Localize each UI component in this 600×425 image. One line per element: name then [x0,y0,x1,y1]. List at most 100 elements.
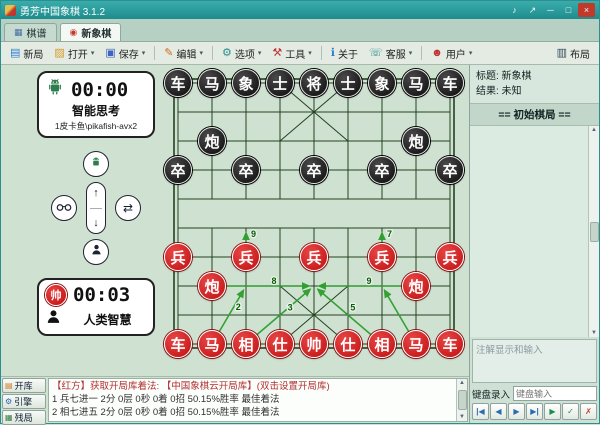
toolbar-button-user[interactable]: ☻用户▾ [426,44,477,63]
tab-new-xiangqi[interactable]: ◉新象棋 [60,23,122,41]
toolbar-button-layout[interactable]: ▥ 布局 [552,44,595,63]
piece-red-炮[interactable]: 炮 [402,272,430,300]
arrow-up-icon[interactable]: ↑ [93,187,99,199]
close-button[interactable]: × [578,3,595,17]
piece-black-卒[interactable]: 卒 [232,156,260,184]
toolbar-button-options[interactable]: ⚙选项▾ [217,44,266,63]
piece-red-兵[interactable]: 兵 [232,243,260,271]
prev-button[interactable]: ◀ [490,403,507,420]
piece-red-兵[interactable]: 兵 [368,243,396,271]
svg-text:8: 8 [272,276,277,286]
robot-icon [45,77,65,102]
piece-black-将[interactable]: 将 [300,69,328,97]
piece-red-炮[interactable]: 炮 [198,272,226,300]
caret-down-icon: ▾ [258,49,262,57]
toolbar-button-open[interactable]: ▨打开▾ [49,44,99,63]
toolbar-button-support[interactable]: ☏客服▾ [364,44,417,63]
ai-player-box: 00:00 智能思考 1皮卡鱼\pikafish-avx2 [37,71,155,138]
movelist-scrollbar[interactable]: ▲ ▼ [588,126,599,337]
scroll-thumb[interactable] [458,390,467,410]
sound-button[interactable]: ♪ [506,3,523,17]
restore-down-button[interactable]: ↗ [524,3,541,17]
maximize-button[interactable]: □ [560,3,577,17]
person-icon [90,243,103,261]
piece-black-马[interactable]: 马 [198,69,226,97]
piece-red-车[interactable]: 车 [164,330,192,358]
piece-red-马[interactable]: 马 [402,330,430,358]
titlebar[interactable]: 勇芳中国象棋 3.1.2 ♪↗─□× [1,1,599,19]
confirm-button[interactable]: ✓ [562,403,579,420]
annotation-box[interactable]: 注解显示和输入 [472,339,597,383]
tools-icon: ⚒ [272,48,282,59]
next-button[interactable]: ▶ [508,403,525,420]
swap-button[interactable]: ⇄ [115,195,141,221]
piece-red-帅[interactable]: 帅 [300,330,328,358]
swap-sides-control[interactable]: ↑ ↓ [86,182,106,234]
piece-red-车[interactable]: 车 [436,330,464,358]
piece-black-卒[interactable]: 卒 [164,156,192,184]
play-button[interactable]: ▶ [544,403,561,420]
open-book-button[interactable]: ▤开库 [2,378,46,393]
toolbar-button-label: 用户 [446,46,466,61]
toolbar-separator [321,46,322,60]
toolbar-button-about[interactable]: ℹ关于 [326,44,363,63]
piece-red-相[interactable]: 相 [368,330,396,358]
tab-manual[interactable]: ▦棋谱 [4,23,57,41]
piece-red-马[interactable]: 马 [198,330,226,358]
piece-black-象[interactable]: 象 [368,69,396,97]
engine-side-button[interactable] [83,151,109,177]
app-icon [5,5,16,16]
toolbar-button-save[interactable]: ▣保存▾ [100,44,150,63]
piece-black-士[interactable]: 士 [266,69,294,97]
engine-button[interactable]: ⚙引擎 [2,394,46,409]
xiangqi-board[interactable]: 9789352 车马象士将士象马车炮炮卒卒卒卒卒兵兵兵兵兵炮炮车马相仕帅仕相马车 [161,69,467,359]
endgame-button[interactable]: ▦残局 [2,410,46,425]
scroll-up-icon[interactable]: ▲ [459,380,465,386]
piece-red-兵[interactable]: 兵 [436,243,464,271]
piece-black-车[interactable]: 车 [436,69,464,97]
piece-red-仕[interactable]: 仕 [266,330,294,358]
keyboard-entry-label: 键盘录入 [472,387,510,401]
layout-icon: ▥ [557,48,567,59]
scroll-thumb[interactable] [590,222,599,242]
svg-text:9: 9 [251,229,256,239]
button-label: 残局 [15,411,33,424]
save-icon: ▣ [105,48,115,59]
scroll-down-icon[interactable]: ▼ [591,330,597,336]
scroll-down-icon[interactable]: ▼ [459,414,465,420]
toolbar-button-label: 新局 [23,46,43,61]
new-game-icon: ▤ [10,48,20,59]
piece-red-兵[interactable]: 兵 [300,243,328,271]
glasses-icon [56,199,72,217]
last-button[interactable]: ▶| [526,403,543,420]
game-info-panel: 标题: 新象棋 结果: 未知 == 初始棋局 == ▲ ▼ 注解显示和输入 键盘… [469,65,599,423]
human-side-button[interactable] [83,239,109,265]
piece-red-仕[interactable]: 仕 [334,330,362,358]
toolbar-button-label: 客服 [386,46,406,61]
first-button[interactable]: |◀ [472,403,489,420]
scroll-up-icon[interactable]: ▲ [591,127,597,133]
piece-black-象[interactable]: 象 [232,69,260,97]
piece-black-卒[interactable]: 卒 [368,156,396,184]
piece-black-炮[interactable]: 炮 [402,127,430,155]
keyboard-entry-input[interactable] [513,386,597,401]
piece-black-卒[interactable]: 卒 [436,156,464,184]
minimize-button[interactable]: ─ [542,3,559,17]
piece-red-兵[interactable]: 兵 [164,243,192,271]
piece-black-马[interactable]: 马 [402,69,430,97]
piece-black-炮[interactable]: 炮 [198,127,226,155]
piece-black-卒[interactable]: 卒 [300,156,328,184]
toolbar-separator [212,46,213,60]
log-scrollbar[interactable]: ▲ ▼ [456,379,467,421]
toolbar-button-new-game[interactable]: ▤新局 [5,44,48,63]
piece-black-车[interactable]: 车 [164,69,192,97]
toolbar-button-tools[interactable]: ⚒工具▾ [267,44,316,63]
arrow-down-icon[interactable]: ↓ [93,217,99,229]
toolbar-button-edit[interactable]: ✎编辑▾ [159,44,208,63]
piece-red-相[interactable]: 相 [232,330,260,358]
cancel-button[interactable]: ✗ [580,403,597,420]
log-line: 【红方】获取开局库着法: 【中国象棋云开局库】(双击设置开局库) [52,380,453,393]
piece-black-士[interactable]: 士 [334,69,362,97]
move-list[interactable] [470,126,588,337]
spectate-button[interactable] [51,195,77,221]
